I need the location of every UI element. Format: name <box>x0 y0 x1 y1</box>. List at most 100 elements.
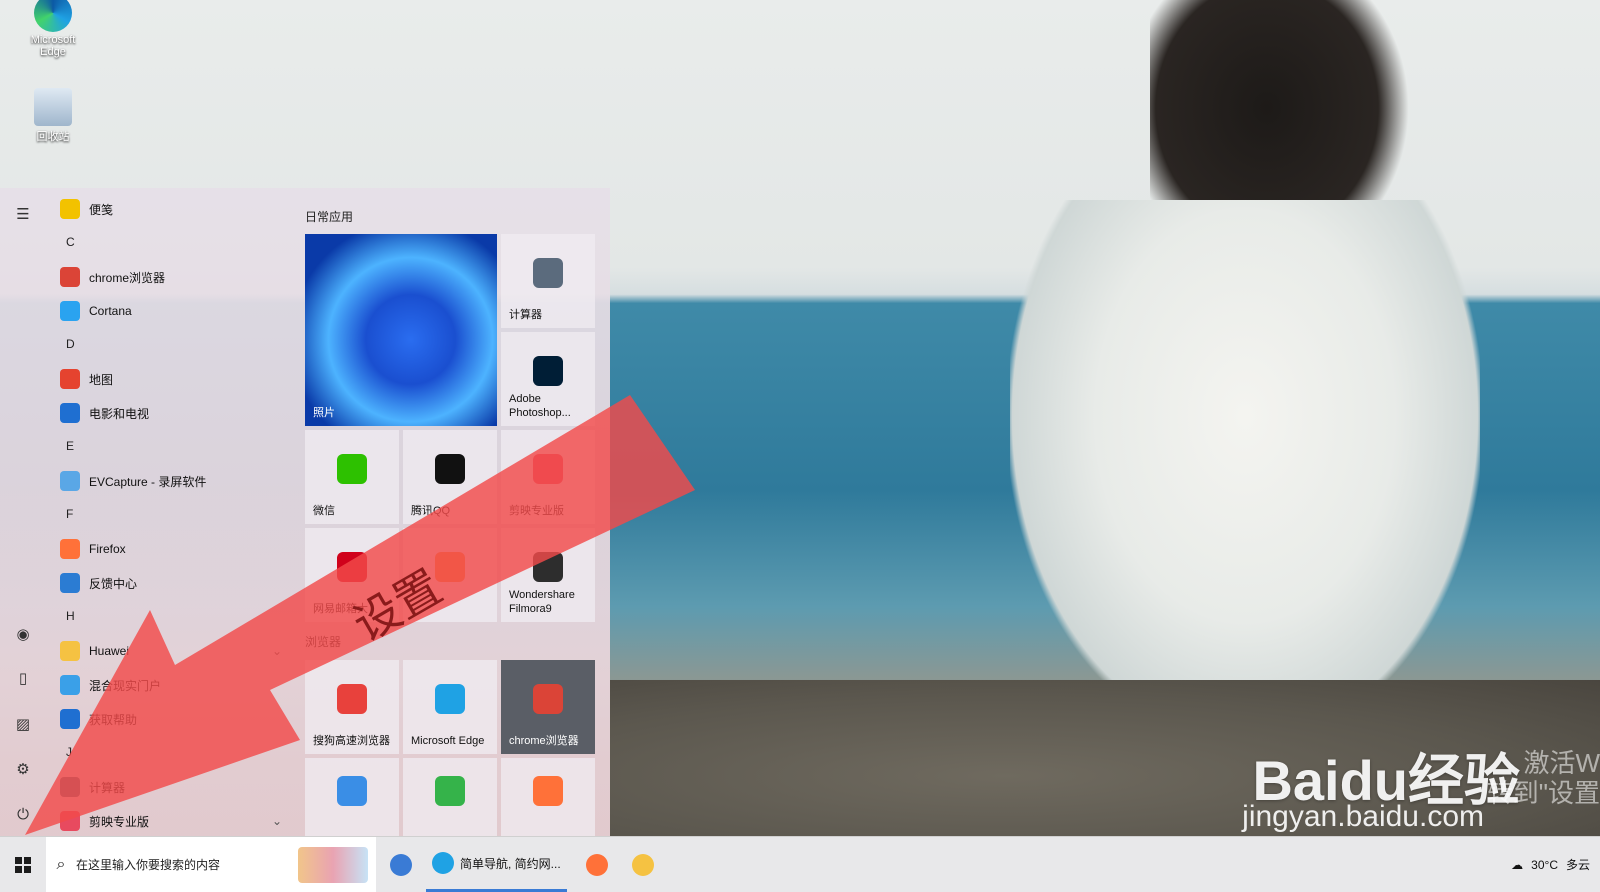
tile-label: 腾讯QQ <box>411 505 451 517</box>
app-list-item-label: 地图 <box>89 372 114 387</box>
cortana-icon <box>60 301 80 321</box>
app-list-letter[interactable]: H <box>66 609 75 623</box>
firefox-icon <box>586 853 608 876</box>
file-explorer-icon <box>632 853 654 876</box>
search-highlight-image <box>298 847 368 883</box>
power-icon[interactable]: ⏻ <box>13 804 33 824</box>
start-tile[interactable]: 计算器 <box>501 234 595 328</box>
pictures-icon[interactable]: ▨ <box>13 714 33 734</box>
app-list-item[interactable]: 获取帮助 <box>60 706 137 732</box>
app-list-item[interactable]: 地图 <box>60 366 113 392</box>
desktop-icon-recycle-bin[interactable]: 回收站 <box>18 88 88 144</box>
desktop-icon-label: 回收站 <box>36 131 70 143</box>
app-list-item-label: chrome浏览器 <box>89 270 166 285</box>
edge-icon <box>435 684 465 715</box>
start-button[interactable] <box>0 837 46 892</box>
sogou-browser-icon <box>390 853 412 876</box>
chevron-down-icon: ⌄ <box>272 814 283 828</box>
app-list-item[interactable]: 便笺 <box>60 196 113 222</box>
taskbar-search-box[interactable]: ⌕ 在这里输入你要搜索的内容 <box>46 837 376 892</box>
mixed-reality-icon <box>60 675 80 695</box>
app-list-item[interactable]: Cortana <box>60 298 132 324</box>
feedback-icon <box>60 573 80 593</box>
capcut-icon <box>60 811 80 831</box>
filmora-icon <box>533 552 563 583</box>
tile-label: 微信 <box>313 505 335 517</box>
app-list-item[interactable]: 计算器 <box>60 774 125 800</box>
app-list-item[interactable]: 反馈中心 <box>60 570 137 596</box>
app-list-letter[interactable]: F <box>66 507 73 521</box>
start-tile[interactable]: 腾讯QQ <box>403 430 497 524</box>
desktop-icon-label: Microsoft Edge <box>30 34 76 58</box>
weather-temp[interactable]: 30°C <box>1531 858 1558 872</box>
activate-line: 激活W <box>1523 748 1600 778</box>
chevron-down-icon: ⌄ <box>272 644 283 658</box>
weather-icon[interactable]: ☁ <box>1511 858 1523 872</box>
start-tile[interactable] <box>501 758 595 837</box>
start-tile[interactable]: 照片 <box>305 234 497 426</box>
menu-icon[interactable]: ☰ <box>13 204 33 224</box>
chrome-icon <box>533 684 563 715</box>
taskbar-app[interactable] <box>580 837 614 892</box>
start-menu: ☰ ◉ ▯ ▨ ⚙ ⏻ 便笺 Cchrome浏览器 Cortana D 地图电影和电视 E EVCap… <box>0 188 610 837</box>
app-list-item-label: 便笺 <box>89 202 114 217</box>
settings-icon[interactable]: ⚙ <box>13 759 33 779</box>
start-rail: ☰ ◉ ▯ ▨ ⚙ ⏻ <box>0 188 46 837</box>
app-list-item-label: 剪映专业版 <box>89 814 150 829</box>
document-icon[interactable]: ▯ <box>13 668 33 688</box>
start-tile[interactable]: 微信 <box>305 430 399 524</box>
app-list-letter[interactable]: E <box>66 439 74 453</box>
photoshop-icon <box>533 356 563 387</box>
app-list-letter[interactable]: D <box>66 337 75 351</box>
tile-label: Adobe Photoshop... <box>509 393 571 419</box>
netease-mail-icon <box>337 552 367 583</box>
360-browser-icon <box>435 776 465 807</box>
app-list-item[interactable]: Firefox <box>60 536 126 562</box>
start-tile[interactable]: chrome浏览器 <box>501 660 595 754</box>
taskbar: ⌕ 在这里输入你要搜索的内容 简单导航, 简约网... ☁ 30°C 多云 <box>0 836 1600 892</box>
search-icon: ⌕ <box>56 855 66 873</box>
app-list-item-label: 混合现实门户 <box>89 678 162 693</box>
taskbar-app[interactable] <box>384 837 418 892</box>
app-list-item[interactable]: 电影和电视 <box>60 400 149 426</box>
tile-label: 剪映专业版 <box>509 505 564 517</box>
firefox-icon <box>60 539 80 559</box>
system-tray: ☁ 30°C 多云 <box>1511 837 1590 892</box>
start-tile[interactable] <box>403 758 497 837</box>
help-icon <box>60 709 80 729</box>
app-list-item[interactable]: chrome浏览器 <box>60 264 165 290</box>
taskbar-app[interactable]: 简单导航, 简约网... <box>426 837 567 892</box>
activate-line: 转到"设置 <box>1486 778 1600 808</box>
app-list-item[interactable]: 剪映专业版 ⌄ <box>60 808 282 834</box>
weather-condition[interactable]: 多云 <box>1566 856 1590 873</box>
app-list-item[interactable]: EVCapture - 录屏软件 <box>60 468 206 494</box>
app-list-item[interactable]: Huawei ⌄ <box>60 638 282 664</box>
app-list-item-label: 反馈中心 <box>89 576 138 591</box>
start-tile[interactable]: Wondershare Filmora9 <box>501 528 595 622</box>
wechat-icon <box>337 454 367 485</box>
app-icon <box>435 552 465 583</box>
chrome-icon <box>60 267 80 287</box>
app-list: 便笺 Cchrome浏览器 Cortana D 地图电影和电视 E EVCapture - … <box>46 188 296 837</box>
desktop-icon-edge[interactable]: Microsoft Edge <box>18 0 88 58</box>
start-tile[interactable]: Adobe Photoshop... <box>501 332 595 426</box>
start-tile[interactable] <box>305 758 399 837</box>
taskbar-app[interactable] <box>626 837 660 892</box>
start-tile[interactable]: 剪映专业版 <box>501 430 595 524</box>
movies-tv-icon <box>60 403 80 423</box>
recycle-bin-icon <box>34 88 72 126</box>
calculator-icon <box>60 777 80 797</box>
start-tile[interactable]: Microsoft Edge <box>403 660 497 754</box>
tile-label: 照片 <box>313 407 335 419</box>
app-list-letter[interactable]: C <box>66 235 75 249</box>
app-list-item-label: EVCapture - 录屏软件 <box>89 474 207 489</box>
capcut-icon <box>533 454 563 485</box>
start-tile[interactable]: 搜狗高速浏览器 <box>305 660 399 754</box>
maps-icon <box>60 369 80 389</box>
app-list-letter[interactable]: J <box>66 745 72 759</box>
folder-icon <box>60 641 80 661</box>
qq-browser-icon <box>337 776 367 807</box>
tile-group-title: 浏览器 <box>305 635 342 649</box>
user-icon[interactable]: ◉ <box>13 624 33 644</box>
app-list-item[interactable]: 混合现实门户 <box>60 672 161 698</box>
